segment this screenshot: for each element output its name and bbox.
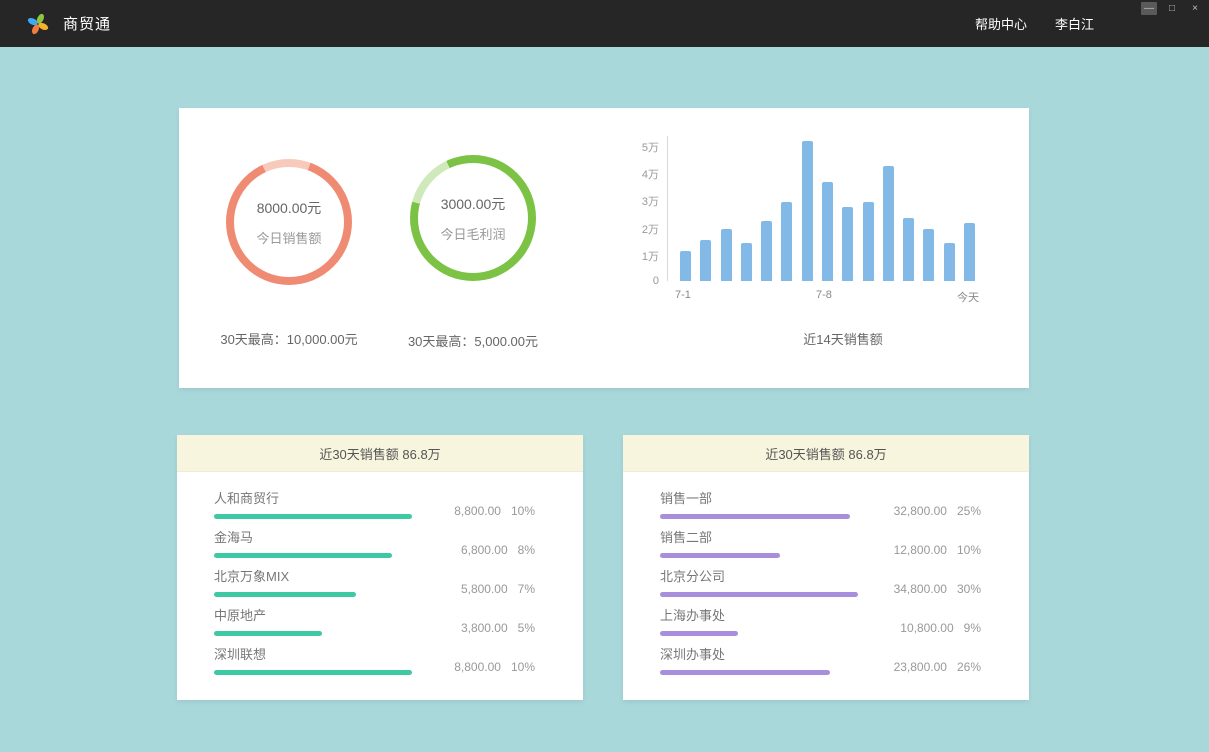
app-logo-pinwheel-icon <box>26 12 50 36</box>
x-label: 7-1 <box>675 289 691 305</box>
app-name: 商贸通 <box>63 13 111 34</box>
list-item: 中原地产 3,800.005% <box>214 600 535 639</box>
y-tick: 3万 <box>642 193 659 209</box>
department-name: 销售一部 <box>660 488 860 507</box>
window-controls: — □ × <box>1141 2 1203 15</box>
department-sales-card: 近30天销售额 86.8万 销售一部 32,800.0025% 销售二部 12,… <box>623 435 1029 700</box>
y-tick: 0 <box>653 275 659 287</box>
sales-bar <box>761 221 772 281</box>
sales-amount: 8,800.0010% <box>454 660 535 675</box>
customer-sales-card: 近30天销售额 86.8万 人和商贸行 8,800.0010% 金海马 6,80… <box>177 435 583 700</box>
list-item: 人和商贸行 8,800.0010% <box>214 483 535 522</box>
sales-progress-bar <box>214 670 412 675</box>
chart-caption: 近14天销售额 <box>688 329 998 348</box>
sales-progress-bar <box>660 553 780 558</box>
sales-progress-bar <box>660 631 738 636</box>
x-label: 7-8 <box>816 289 832 305</box>
sales-bar <box>680 251 691 281</box>
sales-progress-bar <box>214 592 356 597</box>
sales-bar <box>721 229 732 281</box>
department-name: 深圳办事处 <box>660 644 860 663</box>
sales-amount: 3,800.005% <box>461 621 535 636</box>
sales-amount: 6,800.008% <box>461 543 535 558</box>
titlebar-nav: 帮助中心 李白江 <box>975 14 1094 33</box>
y-tick: 4万 <box>642 166 659 182</box>
x-axis-labels: 7-1 7-8 今天 <box>667 289 981 305</box>
y-tick: 1万 <box>642 248 659 264</box>
profit-30day-max: 30天最高：5,000.00元 <box>378 331 568 350</box>
sales-bar <box>944 243 955 281</box>
sales-bar <box>802 141 813 281</box>
department-sales-list: 销售一部 32,800.0025% 销售二部 12,800.0010% 北京分公… <box>623 472 1029 678</box>
user-menu[interactable]: 李白江 <box>1055 14 1094 33</box>
sales-progress-bar <box>214 553 392 558</box>
department-name: 上海办事处 <box>660 605 860 624</box>
sales-14day-chart: 5万 4万 3万 2万 1万 0 7-1 7-8 今天 <box>631 136 981 316</box>
x-label: 今天 <box>957 289 979 305</box>
list-item: 销售二部 12,800.0010% <box>660 522 981 561</box>
sales-amount: 34,800.0030% <box>894 582 981 597</box>
department-name: 销售二部 <box>660 527 860 546</box>
sales-bar <box>781 202 792 281</box>
today-sales-donut: 8000.00元 今日销售额 <box>226 159 352 285</box>
minimize-button[interactable]: — <box>1141 2 1157 15</box>
today-sales-value: 8000.00元 <box>257 198 322 218</box>
sales-bar <box>923 229 934 281</box>
sales-progress-bar <box>214 631 322 636</box>
list-item: 北京万象MIX 5,800.007% <box>214 561 535 600</box>
list-item: 销售一部 32,800.0025% <box>660 483 981 522</box>
list-item: 深圳办事处 23,800.0026% <box>660 639 981 678</box>
sales-progress-bar <box>660 514 850 519</box>
today-profit-label: 今日毛利润 <box>440 224 505 243</box>
help-center-link[interactable]: 帮助中心 <box>975 14 1027 33</box>
list-item: 深圳联想 8,800.0010% <box>214 639 535 678</box>
sales-bar <box>700 240 711 281</box>
sales-amount: 32,800.0025% <box>894 504 981 519</box>
sales-bar <box>883 166 894 281</box>
sales-bar <box>822 182 833 281</box>
close-button[interactable]: × <box>1187 2 1203 15</box>
customer-name: 人和商贸行 <box>214 488 414 507</box>
y-tick: 5万 <box>642 139 659 155</box>
sales-bar <box>863 202 874 281</box>
sales-amount: 23,800.0026% <box>894 660 981 675</box>
sales-progress-bar <box>660 592 858 597</box>
department-card-title: 近30天销售额 86.8万 <box>623 435 1029 472</box>
titlebar: 商贸通 帮助中心 李白江 — □ × <box>0 0 1209 47</box>
sales-30day-max: 30天最高：10,000.00元 <box>194 329 384 348</box>
list-item: 北京分公司 34,800.0030% <box>660 561 981 600</box>
customer-sales-list: 人和商贸行 8,800.0010% 金海马 6,800.008% 北京万象MIX <box>177 472 583 678</box>
sales-progress-bar <box>214 514 412 519</box>
overview-card: 8000.00元 今日销售额 30天最高：10,000.00元 3000.00元… <box>179 108 1029 388</box>
sales-bar <box>903 218 914 281</box>
y-axis-ticks: 5万 4万 3万 2万 1万 0 <box>631 139 667 287</box>
today-profit-value: 3000.00元 <box>441 194 506 214</box>
sales-bar <box>842 207 853 281</box>
y-tick: 2万 <box>642 221 659 237</box>
sales-amount: 10,800.009% <box>900 621 981 636</box>
sales-amount: 12,800.0010% <box>894 543 981 558</box>
today-sales-label: 今日销售额 <box>256 228 321 247</box>
sales-progress-bar <box>660 670 830 675</box>
sales-bar <box>964 223 975 281</box>
customer-name: 深圳联想 <box>214 644 414 663</box>
department-name: 北京分公司 <box>660 566 860 585</box>
customer-name: 金海马 <box>214 527 414 546</box>
list-item: 上海办事处 10,800.009% <box>660 600 981 639</box>
bar-plot <box>667 136 981 281</box>
customer-name: 中原地产 <box>214 605 414 624</box>
sales-amount: 8,800.0010% <box>454 504 535 519</box>
customer-name: 北京万象MIX <box>214 566 414 585</box>
maximize-button[interactable]: □ <box>1164 2 1180 15</box>
sales-amount: 5,800.007% <box>461 582 535 597</box>
customer-card-title: 近30天销售额 86.8万 <box>177 435 583 472</box>
sales-bar <box>741 243 752 281</box>
list-item: 金海马 6,800.008% <box>214 522 535 561</box>
today-profit-donut: 3000.00元 今日毛利润 <box>410 155 536 281</box>
